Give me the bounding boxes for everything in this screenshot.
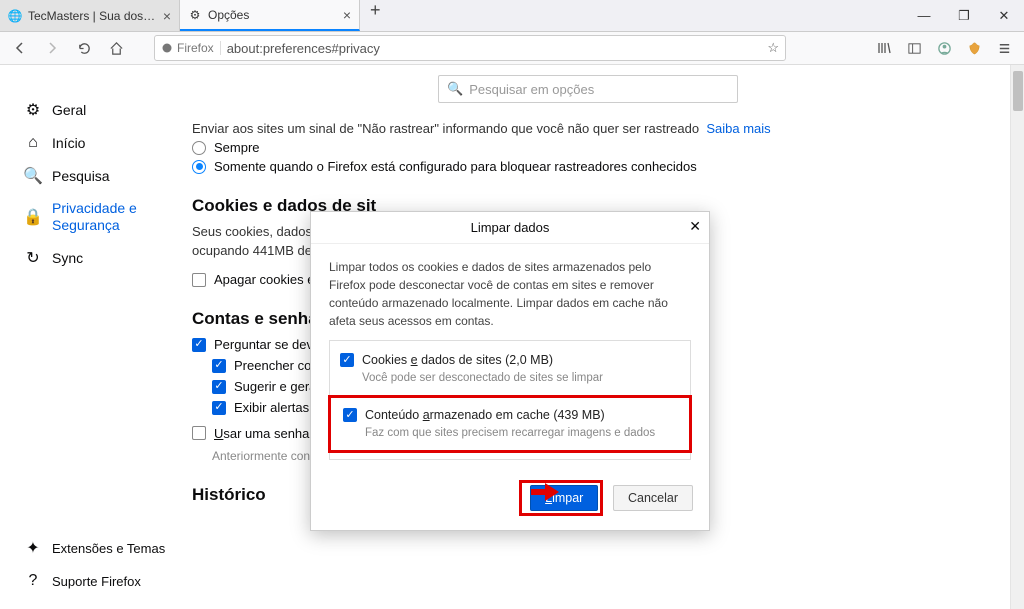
home-button[interactable]: [102, 35, 130, 61]
gear-icon: ⚙: [24, 100, 42, 120]
sync-icon: ↻: [24, 248, 42, 268]
url-bar[interactable]: Firefox about:preferences#privacy ☆: [154, 35, 786, 61]
tab-close-icon[interactable]: ×: [343, 7, 351, 23]
home-icon: ⌂: [24, 134, 42, 152]
dnt-learn-more-link[interactable]: Saiba mais: [706, 121, 770, 136]
scrollbar-thumb[interactable]: [1013, 71, 1023, 111]
checkbox-checked-icon: [212, 401, 226, 415]
annotation-arrow-icon: [531, 483, 561, 501]
hamburger-menu-button[interactable]: [990, 35, 1018, 61]
tab-inactive[interactable]: 🌐 TecMasters | Sua dose diária de ×: [0, 0, 180, 31]
library-button[interactable]: [870, 35, 898, 61]
option-cache-highlighted: Conteúdo armazenado em cache (439 MB) Fa…: [328, 395, 692, 453]
clear-data-dialog: Limpar dados ✕ Limpar todos os cookies e…: [310, 211, 710, 531]
sidebar-item-support[interactable]: ? Suporte Firefox: [20, 565, 169, 597]
dialog-close-button[interactable]: ✕: [689, 218, 701, 235]
sidebar-item-extensions[interactable]: ✦ Extensões e Temas: [20, 531, 169, 565]
forward-button[interactable]: [38, 35, 66, 61]
checkbox-icon: [192, 426, 206, 440]
sidebar-item-sync[interactable]: ↻ Sync: [20, 241, 168, 275]
checkbox-checked-icon: [192, 338, 206, 352]
search-icon: 🔍: [447, 81, 463, 97]
window-maximize-button[interactable]: ❐: [944, 0, 984, 32]
new-tab-button[interactable]: +: [360, 0, 391, 31]
scrollbar[interactable]: [1010, 65, 1024, 609]
window-close-button[interactable]: ✕: [984, 0, 1024, 32]
window-minimize-button[interactable]: —: [904, 0, 944, 32]
sidebar-item-general[interactable]: ⚙ Geral: [20, 93, 168, 127]
tab-close-icon[interactable]: ×: [163, 8, 171, 24]
cancel-button[interactable]: Cancelar: [613, 485, 693, 511]
sidebar-item-privacy[interactable]: 🔒 Privacidade e Segurança: [20, 193, 168, 241]
url-text: about:preferences#privacy: [227, 41, 762, 56]
dialog-title: Limpar dados ✕: [311, 212, 709, 244]
tab-title: TecMasters | Sua dose diária de: [28, 9, 157, 23]
lock-icon: 🔒: [24, 207, 42, 227]
sidebar-item-home[interactable]: ⌂ Início: [20, 127, 168, 159]
checkbox-checked-icon: [212, 359, 226, 373]
option-cache[interactable]: Conteúdo armazenado em cache (439 MB) Fa…: [339, 402, 681, 442]
preferences-search-input[interactable]: 🔍 Pesquisar em opções: [438, 75, 738, 103]
reload-button[interactable]: [70, 35, 98, 61]
back-button[interactable]: [6, 35, 34, 61]
checkbox-checked-icon: [343, 408, 357, 422]
dialog-description: Limpar todos os cookies e dados de sites…: [329, 258, 691, 330]
option-cookies[interactable]: Cookies e dados de sites (2,0 MB) Você p…: [336, 347, 684, 395]
radio-icon: [192, 141, 206, 155]
profile-button[interactable]: [930, 35, 958, 61]
bookmark-star-icon[interactable]: ☆: [767, 40, 779, 56]
dnt-always-radio[interactable]: Sempre: [192, 140, 984, 155]
gear-icon: ⚙: [188, 8, 202, 22]
radio-checked-icon: [192, 160, 206, 174]
puzzle-icon: ✦: [24, 538, 42, 558]
tab-active[interactable]: ⚙ Opções ×: [180, 0, 360, 31]
sidebar-button[interactable]: [900, 35, 928, 61]
dnt-conditional-radio[interactable]: Somente quando o Firefox está configurad…: [192, 159, 984, 174]
checkbox-checked-icon: [212, 380, 226, 394]
preferences-sidebar: ⚙ Geral ⌂ Início 🔍 Pesquisa 🔒 Privacidad…: [0, 65, 180, 609]
firefox-icon: [161, 42, 173, 54]
favicon-tecmasters: 🌐: [8, 9, 22, 23]
help-icon: ?: [24, 572, 42, 590]
tab-title: Opções: [208, 8, 337, 22]
sidebar-item-search[interactable]: 🔍 Pesquisa: [20, 159, 168, 193]
checkbox-icon: [192, 273, 206, 287]
extension-button[interactable]: [960, 35, 988, 61]
dnt-intro: Enviar aos sites um sinal de "Não rastre…: [192, 121, 984, 136]
identity-box[interactable]: Firefox: [161, 41, 221, 55]
checkbox-checked-icon: [340, 353, 354, 367]
search-icon: 🔍: [24, 166, 42, 186]
